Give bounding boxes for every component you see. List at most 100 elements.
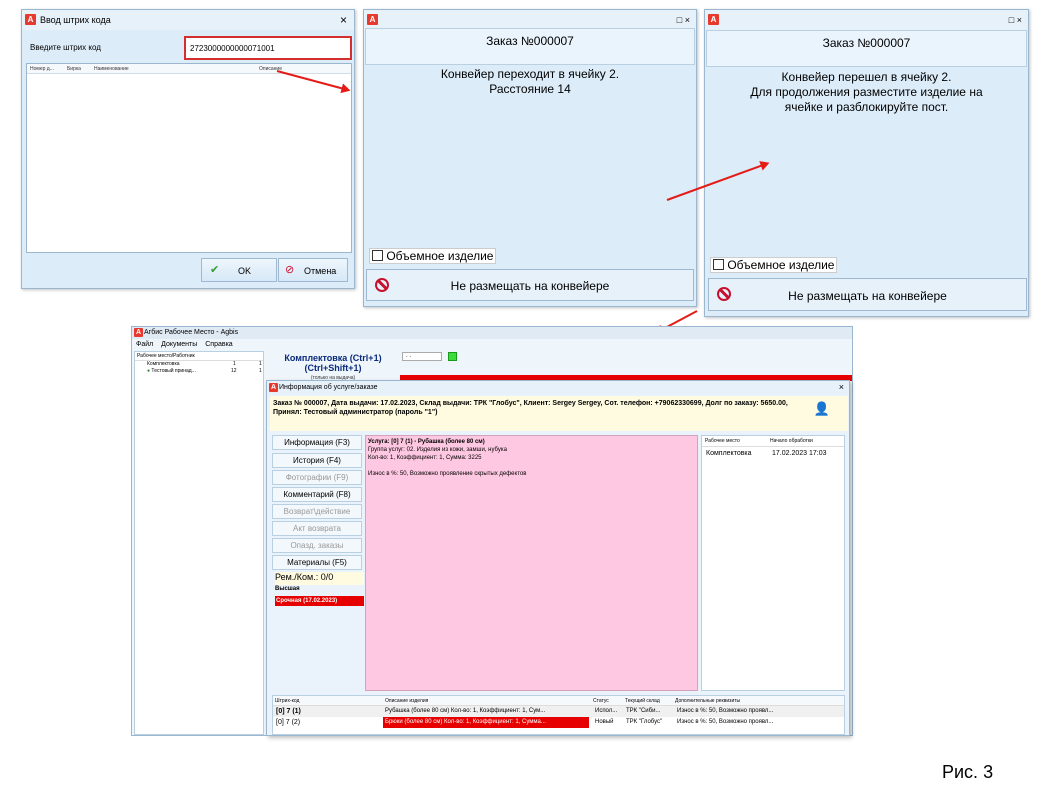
column-header[interactable]: Статус <box>593 698 609 704</box>
status-cell: Новый <box>595 719 614 725</box>
extra-cell: Износ в %: 50, Возможно проявл... <box>677 719 774 725</box>
tree-item-label: Тестовый принад... <box>151 368 196 374</box>
workplace-cell: Комплектовка <box>706 450 752 457</box>
heading-line: Комплектовка (Ctrl+1) <box>284 353 382 363</box>
barcode-input[interactable] <box>184 36 352 60</box>
side-button-label: Акт возврата <box>293 524 341 533</box>
order-header: Заказ №000007 <box>365 28 695 65</box>
close-icon[interactable]: × <box>340 10 347 30</box>
conveyor-moving-titlebar: A □ × <box>364 10 696 30</box>
client-icon[interactable]: 👤 <box>814 402 830 415</box>
window-controls[interactable]: □ × <box>1009 10 1022 30</box>
photos-button[interactable]: Фотографии (F9) <box>272 470 362 485</box>
user-icon: ● <box>147 368 151 374</box>
tree-header: Рабочее место/Работник <box>135 352 263 361</box>
service-details: Услуга: [0] 7 (1) - Рубашка (более 80 см… <box>365 435 698 691</box>
do-not-place-button[interactable]: Не размещать на конвейере <box>708 278 1027 311</box>
tree-item[interactable]: ● Тестовый принад... 12 1 <box>135 368 263 375</box>
desc-cell: Рубашка (более 80 см) Кол-во: 1, Коэффиц… <box>385 708 546 714</box>
bulky-item-checkbox[interactable]: Объемное изделие <box>710 257 838 273</box>
message-line: Конвейер перешел в ячейку 2. <box>781 70 952 84</box>
items-table: Штрих-код Описание изделия Статус Текущи… <box>272 695 845 735</box>
workplace-tree: Рабочее место/Работник Комплектовка 1 1 … <box>134 351 264 735</box>
app-logo-icon: A <box>25 14 36 25</box>
column-header[interactable]: Начало обработки <box>770 438 813 444</box>
app-logo-icon: A <box>708 14 719 25</box>
column-header[interactable]: Номер д... <box>30 66 54 72</box>
column-header[interactable]: Дополнительные реквизиты <box>675 698 740 704</box>
materials-button[interactable]: Материалы (F5) <box>272 555 362 570</box>
do-not-place-button[interactable]: Не размещать на конвейере <box>366 269 694 301</box>
menu-bar: Файл Документы Справка <box>136 341 233 348</box>
message-line: Конвейер переходит в ячейку 2. <box>440 67 620 81</box>
order-summary: Заказ № 000007, Дата выдачи: 17.02.2023,… <box>270 396 848 431</box>
menu-help[interactable]: Справка <box>205 341 232 348</box>
items-table-header: Штрих-код Описание изделия Статус Текущи… <box>273 696 844 706</box>
table-row[interactable]: Комплектовка 17.02.2023 17:03 <box>702 447 844 459</box>
window-controls[interactable]: □ × <box>677 10 690 30</box>
app-logo-icon: A <box>269 383 278 392</box>
table-row[interactable]: [0] 7 (1) Рубашка (более 80 см) Кол-во: … <box>273 706 844 717</box>
side-button-label: Информация (F3) <box>284 438 350 447</box>
app-logo-icon: A <box>134 328 143 337</box>
barcode-dialog-titlebar: A Ввод штрих кода × <box>22 10 354 30</box>
main-title: Агбис Рабочее Место - Agbis <box>144 329 239 336</box>
tree-item-count: 1 <box>233 361 236 367</box>
date-value: . . <box>406 353 412 359</box>
extra-cell: Износ в %: 50, Возможно проявл... <box>677 708 774 714</box>
conveyor-message: Конвейер переходит в ячейку 2. Расстояни… <box>365 67 695 97</box>
status-cell: Испол... <box>595 708 618 714</box>
conveyor-moved-window: A □ × Заказ №000007 Конвейер перешел в я… <box>704 9 1029 317</box>
workplace-heading: Комплектовка (Ctrl+1) (Ctrl+Shift+1) (то… <box>268 353 398 383</box>
checkbox-box[interactable] <box>713 259 724 270</box>
side-button-label: История (F4) <box>293 456 341 465</box>
do-not-place-label: Не размещать на конвейере <box>450 279 610 293</box>
column-header[interactable]: Текущий склад <box>625 698 660 704</box>
service-line: Износ в %: 50, Возможно проявление скрыт… <box>368 471 527 477</box>
workplace-table: Рабочее место Начало обработки Комплекто… <box>701 435 845 691</box>
conveyor-moved-titlebar: A □ × <box>705 10 1028 30</box>
checkbox-box[interactable] <box>372 250 383 261</box>
urgent-badge: Срочная (17.02.2023) <box>275 596 364 606</box>
return-action-button[interactable]: Возврат\действие <box>272 504 362 519</box>
column-header[interactable]: Бирка <box>67 66 81 72</box>
cancel-button[interactable]: ⊘ Отмена <box>278 258 348 282</box>
column-header[interactable]: Описание изделия <box>385 698 428 704</box>
bulky-item-checkbox[interactable]: Объемное изделие <box>369 248 497 264</box>
date-field[interactable]: . . <box>402 352 442 361</box>
cancel-button-label: Отмена <box>304 266 337 276</box>
info-title: Информация об услуге/заказе <box>279 384 378 391</box>
service-line: Группа услуг: 02. Изделия из кожи, замши… <box>368 447 507 453</box>
grid-header: Номер д... Бирка Наименование Описание <box>27 64 351 74</box>
barcode-dialog-title: Ввод штрих кода <box>40 15 111 25</box>
service-line: Услуга: [0] 7 (1) - Рубашка (более 80 см… <box>368 439 485 445</box>
table-row[interactable]: [0] 7 (2) Брюки (более 80 см) Кол-во: 1,… <box>273 717 844 728</box>
close-icon[interactable]: × <box>839 381 844 394</box>
ok-button[interactable]: ✔ OK <box>201 258 277 282</box>
rem-kom-counter: Рем./Ком.: 0/0 <box>275 572 364 585</box>
tree-item[interactable]: Комплектовка 1 1 <box>135 361 263 368</box>
confirm-icon[interactable] <box>448 352 457 361</box>
comment-button[interactable]: Комментарий (F8) <box>272 487 362 502</box>
service-line: Кол-во: 1, Коэффициент: 1, Сумма: 3225 <box>368 455 482 461</box>
side-button-label: Опазд. заказы <box>290 541 344 550</box>
start-cell: 17.02.2023 17:03 <box>772 450 827 457</box>
menu-documents[interactable]: Документы <box>161 341 197 348</box>
message-line: ячейке и разблокируйте пост. <box>784 100 949 114</box>
column-header[interactable]: Наименование <box>94 66 129 72</box>
message-line: Для продолжения разместите изделие на <box>750 85 983 99</box>
return-act-button[interactable]: Акт возврата <box>272 521 362 536</box>
conveyor-moving-window: A □ × Заказ №000007 Конвейер переходит в… <box>363 9 697 307</box>
side-button-label: Фотографии (F9) <box>285 473 349 482</box>
history-button[interactable]: История (F4) <box>272 453 362 468</box>
late-orders-button[interactable]: Опазд. заказы <box>272 538 362 553</box>
app-logo-icon: A <box>367 14 378 25</box>
info-button[interactable]: Информация (F3) <box>272 435 362 450</box>
menu-file[interactable]: Файл <box>136 341 153 348</box>
barcode-results-grid: Номер д... Бирка Наименование Описание <box>26 63 352 253</box>
column-header[interactable]: Штрих-код <box>275 698 299 704</box>
workplace-table-header: Рабочее место Начало обработки <box>702 436 844 447</box>
column-header[interactable]: Рабочее место <box>705 438 740 444</box>
code-cell: [0] 7 (2) <box>276 719 301 726</box>
cancel-icon: ⊘ <box>285 264 295 276</box>
